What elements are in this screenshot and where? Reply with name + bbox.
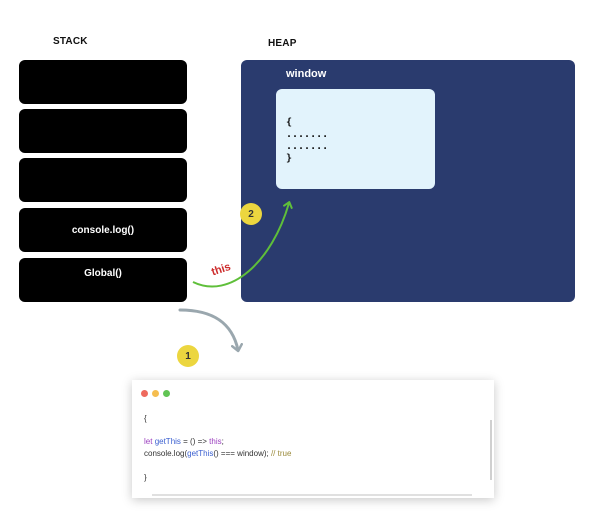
code-function: getThis [187,449,214,458]
code-text: () === window); [213,449,271,458]
object-line: ....... [286,129,329,140]
object-line: } [286,153,293,164]
code-function: getThis [154,437,181,446]
window-object-label: window [286,68,327,80]
maximize-dot-icon [163,390,170,397]
stack-frame-3 [19,158,187,202]
stack-frame-2 [19,109,187,153]
minimize-dot-icon [152,390,159,397]
step-1-badge: 1 [177,345,199,367]
object-line: { [286,117,293,128]
heap-label: HEAP [268,38,297,49]
this-label: this [210,260,233,279]
step-2-badge: 2 [240,203,262,225]
code-editor: { let getThis = () => this; console.log(… [132,380,494,498]
editor-horizontal-scrollbar[interactable] [152,494,472,496]
object-line: ....... [286,141,329,152]
code-line-4: } [144,473,147,482]
editor-vertical-scrollbar[interactable] [490,420,492,480]
code-comment: // true [270,449,292,458]
code-line-2: let getThis = () => this; [144,437,224,447]
flow-arrow [178,308,238,350]
close-dot-icon [141,390,148,397]
code-keyword: let [144,437,153,446]
code-keyword: this [209,437,222,446]
window-object: { ....... ....... } [276,89,435,189]
stack-frame-console-log: console.log() [19,208,187,252]
code-line-1: { [144,414,147,423]
code-text: = () => [180,437,210,446]
stack-frame-global: Global() [19,258,187,302]
stack-label: STACK [53,36,88,47]
stack-frame-1 [19,60,187,104]
code-text: console.log( [144,449,188,458]
code-line-3: console.log(getThis() === window); // tr… [144,449,291,459]
code-text: ; [221,437,224,446]
